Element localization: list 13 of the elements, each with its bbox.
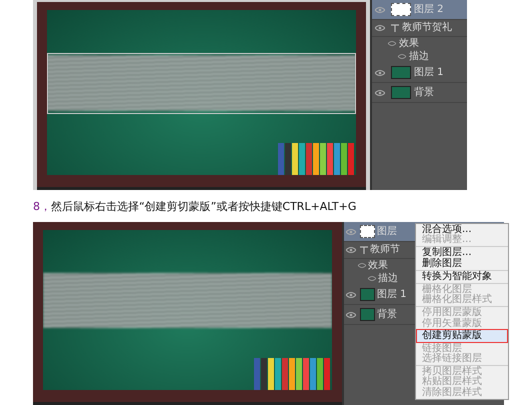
- layer-name: 图层 2: [414, 4, 444, 16]
- layer-name: 图层: [377, 226, 397, 238]
- layer-name: 教师节: [370, 244, 400, 256]
- layer-name: 效果: [399, 38, 419, 50]
- layer-name: 图层 1: [414, 66, 444, 78]
- layer-name: 教师节贺礼: [402, 22, 452, 34]
- layer-name: 描边: [409, 50, 429, 62]
- layer-name: 背景: [377, 308, 397, 320]
- layer-name: 描边: [378, 272, 398, 284]
- layer-name: 图层 1: [377, 288, 407, 300]
- layer-name: 背景: [414, 86, 434, 98]
- instruction-text: 8，然后鼠标右击选择“创建剪切蒙版”或者按快捷键CTRL+ALT+G: [32, 198, 358, 214]
- layer-name: 效果: [368, 260, 388, 272]
